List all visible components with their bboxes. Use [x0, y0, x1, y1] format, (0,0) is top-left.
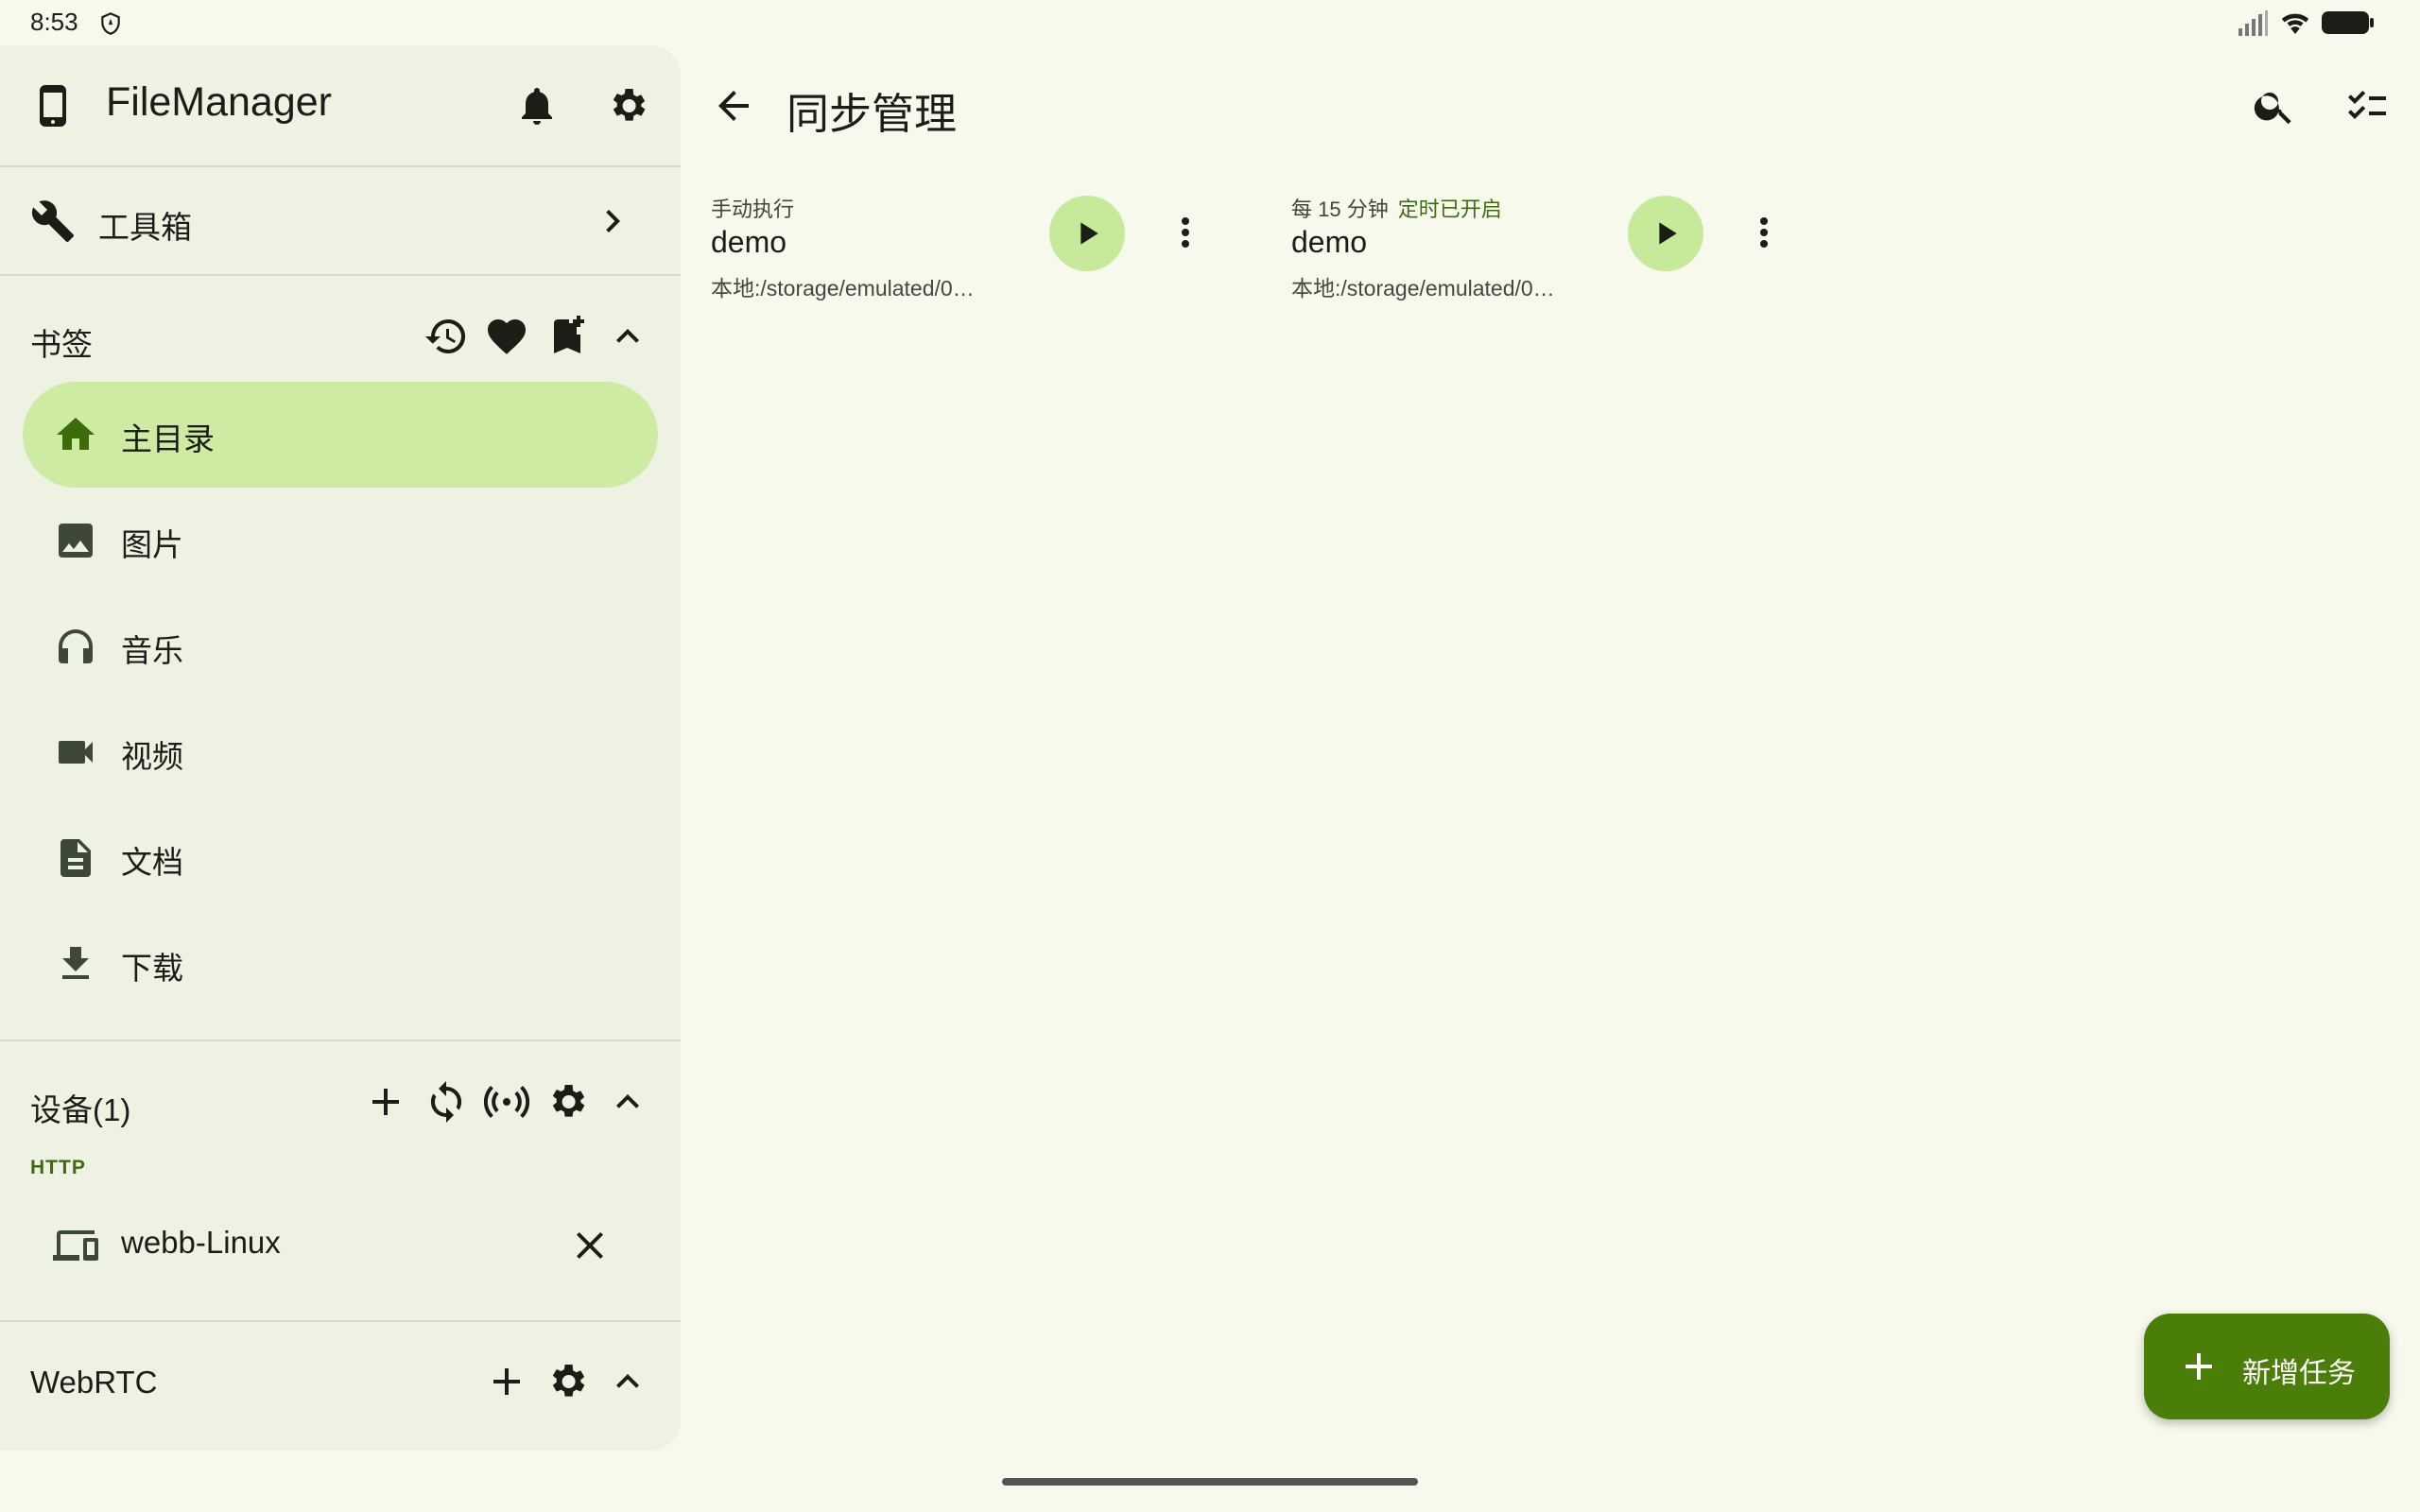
sync-icon[interactable] [424, 1079, 469, 1125]
more-options-icon[interactable] [1741, 210, 1787, 255]
wrench-icon [30, 198, 76, 244]
nav-item-music[interactable]: 音乐 [23, 593, 658, 699]
toolbox-row[interactable]: 工具箱 [0, 168, 681, 274]
favorite-heart-icon[interactable] [484, 314, 529, 359]
settings-gear-icon[interactable] [605, 83, 650, 129]
nav-item-label: 图片 [121, 527, 183, 562]
close-icon[interactable] [567, 1223, 613, 1268]
run-task-button[interactable] [1628, 196, 1703, 271]
shield-icon [98, 9, 123, 38]
headphones-icon [53, 624, 98, 669]
device-name: webb-Linux [121, 1225, 281, 1260]
task-schedule-line: 手动执行 [711, 193, 804, 223]
task-status: 定时已开启 [1397, 198, 1502, 221]
device-settings-gear-icon[interactable] [544, 1079, 590, 1125]
devices-icon [53, 1223, 98, 1268]
collapse-chevron-up-icon[interactable] [605, 1079, 650, 1125]
webrtc-settings-gear-icon[interactable] [544, 1359, 590, 1404]
download-icon [53, 941, 98, 987]
status-time: 8:53 [30, 8, 78, 36]
divider [0, 165, 681, 167]
add-bookmark-icon[interactable] [544, 314, 590, 359]
nav-item-documents[interactable]: 文档 [23, 805, 658, 911]
battery-icon [2322, 9, 2375, 36]
gesture-home-bar[interactable] [1002, 1478, 1418, 1486]
videocam-icon [53, 730, 98, 775]
nav-item-home[interactable]: 主目录 [23, 382, 658, 488]
sync-task-card[interactable]: 每 15 分钟 定时已开启 demo 本地:/storage/emulated/0… [1291, 189, 1858, 302]
document-icon [53, 835, 98, 881]
nav-item-label: 视频 [121, 739, 183, 774]
home-icon [53, 412, 98, 457]
http-group-label: HTTP [30, 1157, 86, 1178]
collapse-chevron-up-icon[interactable] [605, 1359, 650, 1404]
play-icon [1659, 222, 1677, 245]
wifi-icon [2278, 8, 2312, 38]
notification-bell-icon[interactable] [514, 83, 560, 129]
task-schedule: 手动执行 [711, 198, 795, 221]
phone-icon [30, 83, 76, 129]
back-arrow-icon[interactable] [711, 83, 756, 129]
cellular-signal-icon [2237, 9, 2269, 38]
toolbox-label: 工具箱 [98, 210, 192, 245]
task-schedule: 每 15 分钟 [1291, 198, 1389, 221]
device-item[interactable]: webb-Linux [23, 1193, 658, 1298]
more-options-icon[interactable] [1163, 210, 1208, 255]
sync-task-card[interactable]: 手动执行 demo 本地:/storage/emulated/0… [711, 189, 1278, 302]
broadcast-icon[interactable] [484, 1079, 529, 1125]
task-path: 本地:/storage/emulated/0… [711, 276, 975, 301]
nav-item-label: 文档 [121, 845, 183, 880]
page-title: 同步管理 [786, 90, 958, 138]
add-task-label: 新增任务 [2242, 1358, 2356, 1389]
nav-item-images[interactable]: 图片 [23, 488, 658, 593]
navigation-drawer: FileManager 工具箱 书签 主目录 图片 音乐 视频 文档 下载 设备… [0, 45, 681, 1451]
nav-item-label: 下载 [121, 951, 183, 986]
image-icon [53, 518, 98, 563]
task-path: 本地:/storage/emulated/0… [1291, 276, 1555, 301]
history-icon[interactable] [424, 314, 469, 359]
app-title: FileManager [106, 79, 332, 125]
task-name: demo [1291, 225, 1368, 259]
nav-item-downloads[interactable]: 下载 [23, 911, 658, 1017]
divider [0, 274, 681, 276]
nav-item-label: 音乐 [121, 633, 183, 668]
add-icon [2176, 1344, 2221, 1389]
nav-item-label: 主目录 [121, 421, 215, 456]
play-icon [1080, 222, 1098, 245]
add-icon[interactable] [363, 1079, 408, 1125]
nav-item-videos[interactable]: 视频 [23, 699, 658, 805]
divider [0, 1320, 681, 1322]
add-icon[interactable] [484, 1359, 529, 1404]
webrtc-title: WebRTC [30, 1365, 158, 1400]
divider [0, 1040, 681, 1041]
bookmarks-title: 书签 [30, 327, 93, 362]
devices-title: 设备(1) [30, 1092, 131, 1127]
add-task-fab[interactable]: 新增任务 [2144, 1314, 2390, 1419]
run-task-button[interactable] [1049, 196, 1125, 271]
task-name: demo [711, 225, 787, 259]
search-icon[interactable] [2252, 83, 2297, 129]
task-schedule-line: 每 15 分钟 定时已开启 [1291, 193, 1502, 223]
collapse-chevron-up-icon[interactable] [605, 314, 650, 359]
chevron-right-icon [590, 198, 635, 244]
checklist-icon[interactable] [2344, 83, 2390, 129]
